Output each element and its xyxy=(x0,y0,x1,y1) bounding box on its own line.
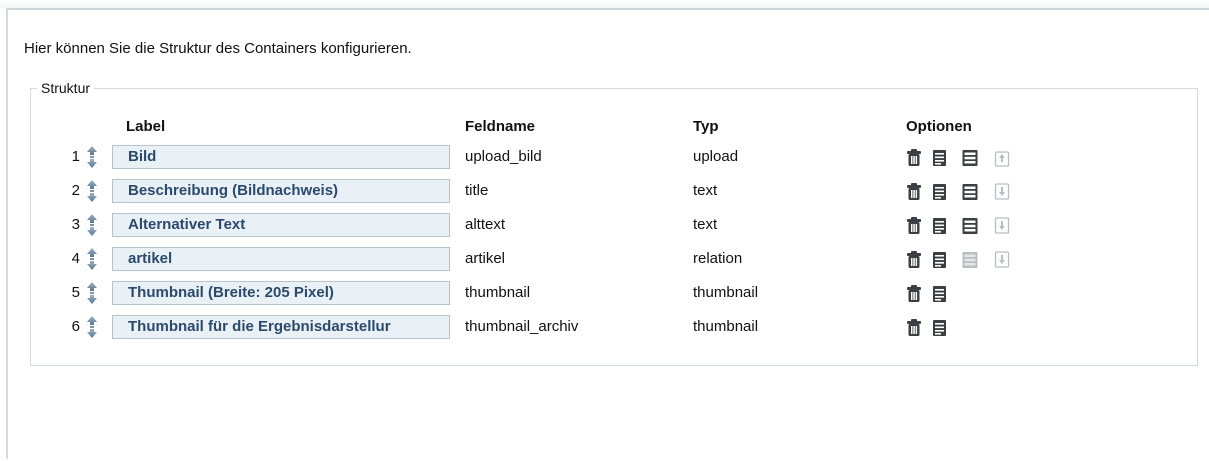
row-number: 5 xyxy=(71,284,80,301)
row-number: 1 xyxy=(71,148,80,165)
label-input[interactable]: Thumbnail (Breite: 205 Pixel) xyxy=(112,281,450,305)
typ-cell: relation xyxy=(693,250,743,267)
row-number: 2 xyxy=(71,182,80,199)
edit-icon[interactable] xyxy=(932,183,948,201)
delete-icon[interactable] xyxy=(906,319,922,337)
list-icon xyxy=(962,251,978,269)
list-icon[interactable] xyxy=(962,183,978,201)
drag-handle-icon[interactable] xyxy=(85,179,99,203)
top-shadow xyxy=(0,0,1209,8)
typ-cell: thumbnail xyxy=(693,284,759,301)
drag-handle-icon[interactable] xyxy=(85,281,99,305)
typ-cell: text xyxy=(693,216,718,233)
edit-icon[interactable] xyxy=(932,285,948,303)
upload-icon xyxy=(994,149,1010,167)
struktur-legend: Struktur xyxy=(41,80,91,96)
label-input[interactable]: Thumbnail für die Ergebnisdarstellur xyxy=(112,315,450,339)
drag-handle-icon[interactable] xyxy=(85,315,99,339)
feldname-cell: upload_bild xyxy=(465,148,542,165)
edit-icon[interactable] xyxy=(932,217,948,235)
column-header-typ: Typ xyxy=(693,118,719,135)
edit-icon[interactable] xyxy=(932,149,948,167)
drag-handle-icon[interactable] xyxy=(85,145,99,169)
column-header-optionen: Optionen xyxy=(906,118,972,135)
typ-cell: upload xyxy=(693,148,739,165)
label-input[interactable]: artikel xyxy=(112,247,450,271)
delete-icon[interactable] xyxy=(906,217,922,235)
column-header-label: Label xyxy=(126,118,166,135)
typ-cell: text xyxy=(693,182,718,199)
row-number: 4 xyxy=(71,250,80,267)
label-input[interactable]: Bild xyxy=(112,145,450,169)
drag-handle-icon[interactable] xyxy=(85,213,99,237)
edit-icon[interactable] xyxy=(932,319,948,337)
feldname-cell: thumbnail xyxy=(465,284,531,301)
feldname-cell: thumbnail_archiv xyxy=(465,318,579,335)
delete-icon[interactable] xyxy=(906,285,922,303)
row-number: 3 xyxy=(71,216,80,233)
column-header-feldname: Feldname xyxy=(465,118,536,135)
list-icon[interactable] xyxy=(962,149,978,167)
feldname-cell: title xyxy=(465,182,489,199)
delete-icon[interactable] xyxy=(906,183,922,201)
download-icon xyxy=(994,251,1010,269)
label-input[interactable]: Alternativer Text xyxy=(112,213,450,237)
edit-icon[interactable] xyxy=(932,251,948,269)
download-icon xyxy=(994,183,1010,201)
row-number: 6 xyxy=(71,318,80,335)
feldname-cell: artikel xyxy=(465,250,506,267)
intro-text: Hier können Sie die Struktur des Contain… xyxy=(24,40,412,57)
drag-handle-icon[interactable] xyxy=(85,247,99,271)
list-icon[interactable] xyxy=(962,217,978,235)
feldname-cell: alttext xyxy=(465,216,506,233)
typ-cell: thumbnail xyxy=(693,318,759,335)
label-input[interactable]: Beschreibung (Bildnachweis) xyxy=(112,179,450,203)
download-icon xyxy=(994,217,1010,235)
delete-icon[interactable] xyxy=(906,149,922,167)
delete-icon[interactable] xyxy=(906,251,922,269)
